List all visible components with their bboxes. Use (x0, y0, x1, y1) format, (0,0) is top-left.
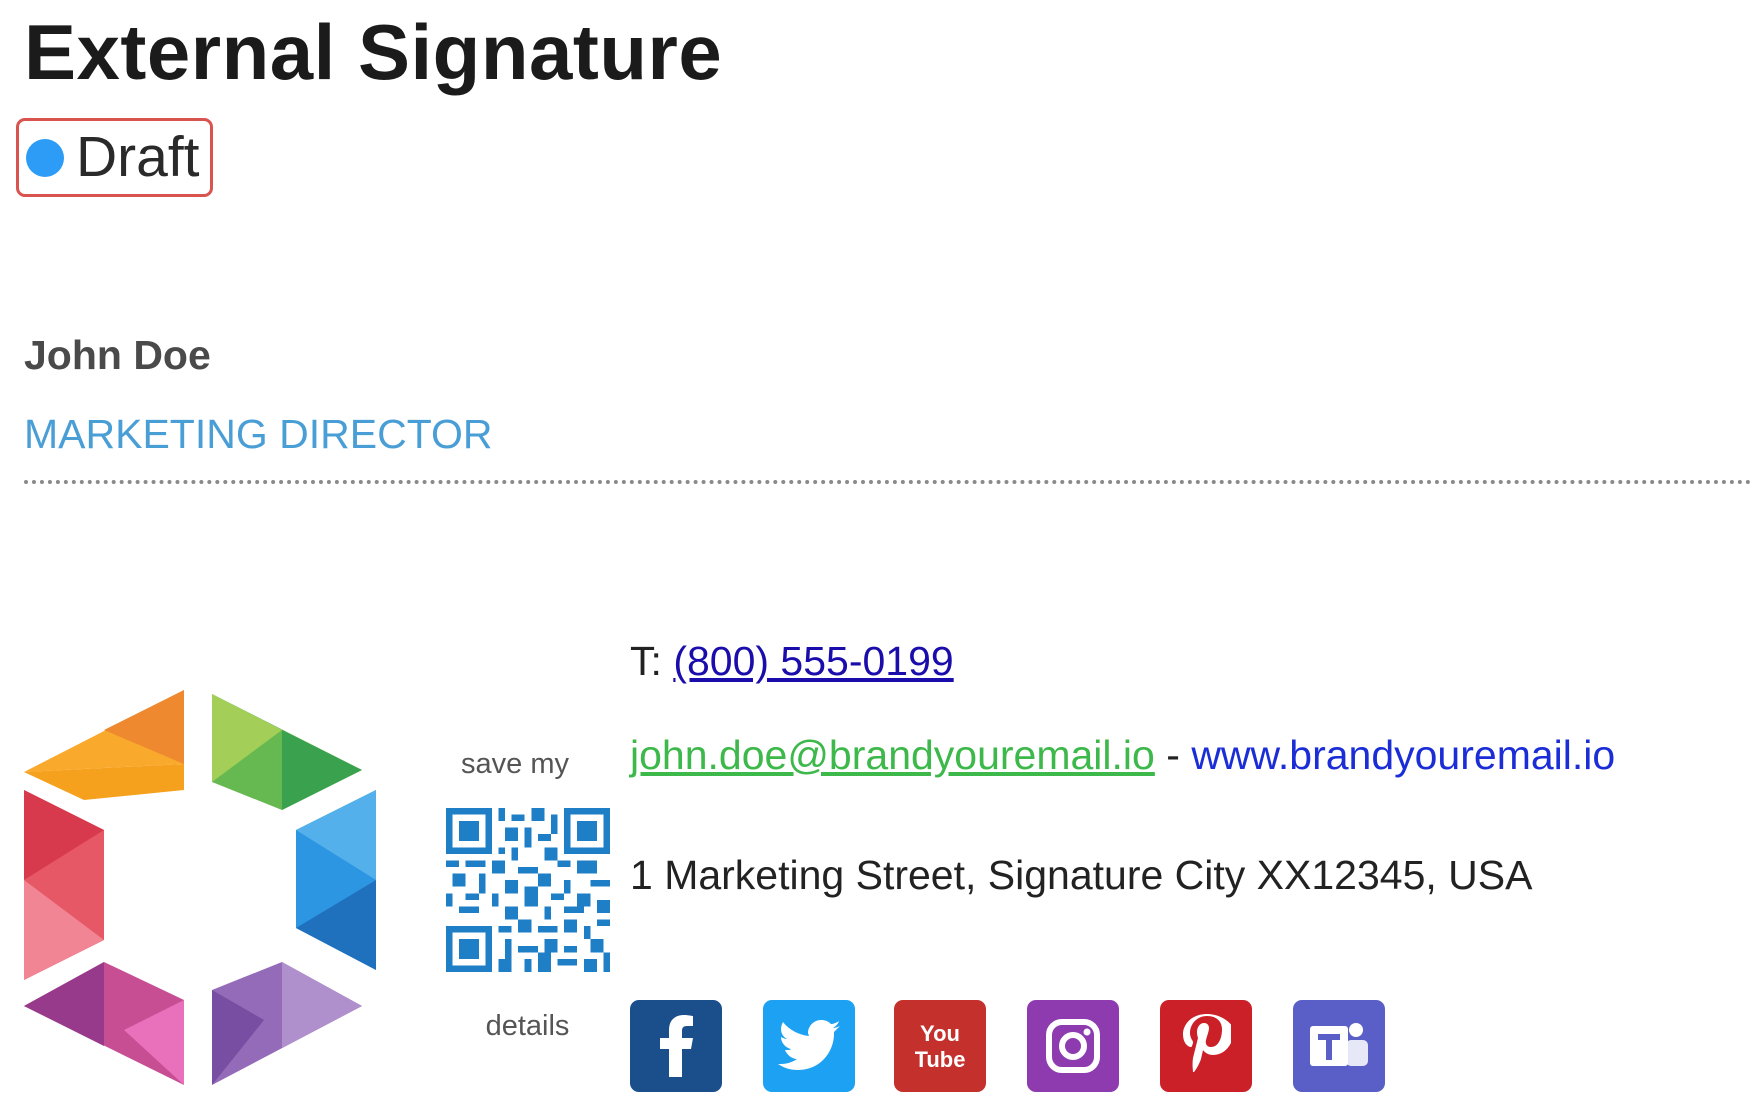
qr-caption-bottom: details (485, 1010, 570, 1042)
svg-text:Tube: Tube (915, 1047, 965, 1072)
email-link[interactable]: john.doe@brandyouremail.io (630, 732, 1155, 778)
status-label: Draft (76, 125, 200, 189)
qr-code[interactable] (446, 808, 610, 972)
instagram-icon[interactable] (1027, 1000, 1119, 1092)
contact-links-line: john.doe@brandyouremail.io - www.brandyo… (630, 732, 1615, 779)
dotted-divider (24, 480, 1752, 484)
status-dot-icon (26, 138, 64, 177)
qr-caption-top: save my (461, 748, 569, 780)
website-link[interactable]: www.brandyouremail.io (1191, 732, 1615, 778)
company-logo-icon (24, 690, 376, 1085)
page-title: External Signature (24, 8, 723, 96)
svg-text:You: You (920, 1021, 960, 1046)
twitter-icon[interactable] (763, 1000, 855, 1092)
teams-icon[interactable] (1293, 1000, 1385, 1092)
phone-prefix: T: (630, 638, 662, 684)
signature-job-title: MARKETING DIRECTOR (24, 411, 493, 457)
signature-name: John Doe (24, 332, 211, 378)
youtube-icon[interactable]: You Tube (894, 1000, 986, 1092)
facebook-icon[interactable] (630, 1000, 722, 1092)
phone-line: T: (800) 555-0199 (630, 638, 954, 685)
link-separator: - (1166, 732, 1180, 778)
address-text: 1 Marketing Street, Signature City XX123… (630, 852, 1533, 898)
phone-link[interactable]: (800) 555-0199 (673, 638, 953, 684)
status-badge: Draft (16, 118, 213, 197)
pinterest-icon[interactable] (1160, 1000, 1252, 1092)
